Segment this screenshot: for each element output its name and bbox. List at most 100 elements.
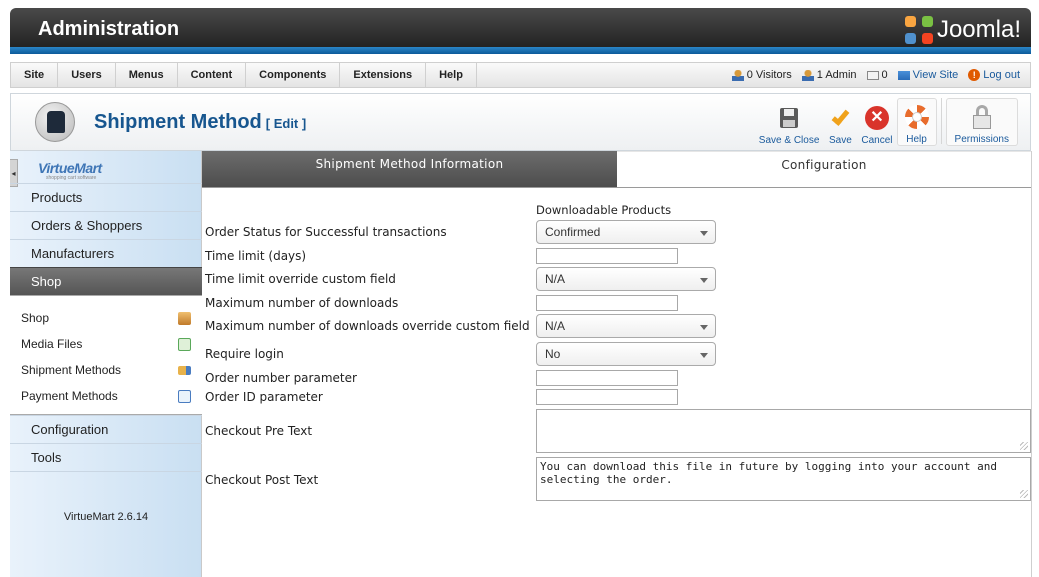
toolbar-divider: [940, 98, 942, 144]
submenu-item-shipment-methods[interactable]: Shipment Methods: [21, 360, 191, 380]
submenu-item-payment-methods-label: Payment Methods: [21, 389, 118, 403]
header-accent-bar: [10, 47, 1031, 54]
order-status-label: Order Status for Successful transactions: [205, 225, 447, 239]
permissions-label: Permissions: [954, 134, 1009, 145]
checkout-post-text-label: Checkout Post Text: [205, 473, 319, 487]
sidebar-item-tools[interactable]: Tools: [10, 443, 202, 471]
time-limit-override-select[interactable]: N/A: [536, 267, 716, 291]
content-right-border: [1031, 151, 1032, 577]
max-downloads-override-select[interactable]: N/A: [536, 314, 716, 338]
max-downloads-override-value: N/A: [545, 319, 566, 333]
chevron-down-icon: [700, 353, 708, 358]
order-number-param-label: Order number parameter: [205, 371, 357, 385]
visitors-status: 0 Visitors: [731, 69, 792, 81]
time-limit-label: Time limit (days): [205, 249, 307, 263]
page-title: Shipment Method[ Edit ]: [94, 111, 306, 134]
chevron-down-icon: [700, 278, 708, 283]
admin-user-icon: [801, 69, 814, 81]
sidebar: ◂ VirtueMart shopping cart software Prod…: [10, 151, 202, 577]
submenu-item-shipment-methods-label: Shipment Methods: [21, 363, 122, 377]
menu-components[interactable]: Components: [246, 63, 341, 87]
shipment-truck-icon: [178, 365, 191, 375]
submenu-item-payment-methods[interactable]: Payment Methods: [21, 386, 191, 406]
admin-title: Administration: [38, 18, 180, 40]
save-close-disk-icon: [776, 106, 802, 132]
resize-grip-icon[interactable]: [1020, 442, 1028, 450]
status-area: 0 Visitors 1 Admin 0 View Site ! Log out: [731, 63, 1030, 87]
save-check-icon: [827, 106, 853, 132]
menu-content[interactable]: Content: [178, 63, 247, 87]
joomla-logo-icon: [904, 16, 933, 44]
messages-status[interactable]: 0: [866, 69, 888, 81]
sidebar-item-orders-shoppers[interactable]: Orders & Shoppers: [10, 211, 202, 239]
tab-configuration[interactable]: Configuration: [617, 151, 1031, 187]
permissions-button[interactable]: Permissions: [945, 98, 1018, 146]
require-login-label: Require login: [205, 347, 284, 361]
save-label: Save: [828, 135, 852, 146]
menu-users[interactable]: Users: [58, 63, 116, 87]
cancel-button[interactable]: ✕ Cancel: [857, 98, 896, 146]
max-downloads-input[interactable]: [536, 295, 678, 311]
checkout-pre-text-textarea[interactable]: [536, 409, 1031, 453]
max-downloads-override-label: Maximum number of downloads override cus…: [205, 319, 530, 333]
help-lifebuoy-icon: [904, 105, 930, 131]
help-button[interactable]: Help: [896, 98, 937, 146]
visitors-count: 0 Visitors: [746, 69, 792, 81]
shop-submenu: Shop Media Files Shipment Methods Paymen…: [10, 295, 202, 415]
messages-count: 0: [881, 69, 888, 81]
chevron-down-icon: [700, 325, 708, 330]
messages-icon: [866, 70, 879, 80]
sidebar-item-configuration[interactable]: Configuration: [10, 415, 202, 443]
save-close-button[interactable]: Save & Close: [755, 98, 824, 146]
menu-menus[interactable]: Menus: [116, 63, 178, 87]
virtuemart-logo: VirtueMart shopping cart software: [38, 160, 102, 181]
logout-link[interactable]: ! Log out: [968, 69, 1020, 81]
virtuemart-logo-sub: shopping cart software: [46, 175, 97, 181]
joomla-brand[interactable]: Joomla!: [904, 16, 1021, 44]
order-id-param-input[interactable]: [536, 389, 678, 405]
menu-extensions[interactable]: Extensions: [340, 63, 427, 87]
time-limit-override-label: Time limit override custom field: [205, 272, 396, 286]
sidebar-item-manufacturers[interactable]: Manufacturers: [10, 239, 202, 267]
submenu-item-shop[interactable]: Shop: [21, 308, 191, 328]
toolbar: Shipment Method[ Edit ] Save & Close Sav…: [10, 93, 1031, 151]
menu-help[interactable]: Help: [426, 63, 477, 87]
admin-page: Administration Joomla! Site Users Menus …: [0, 0, 1039, 577]
checkout-post-text-textarea[interactable]: You can download this file in future by …: [536, 457, 1031, 501]
cancel-label: Cancel: [861, 135, 893, 146]
order-status-select[interactable]: Confirmed: [536, 220, 716, 244]
virtuemart-logo-text: VirtueMart: [38, 160, 102, 176]
admin-count: 1 Admin: [816, 69, 857, 81]
shop-icon: [178, 311, 191, 325]
shipment-page-icon: [35, 102, 75, 142]
view-site-link[interactable]: View Site: [897, 69, 959, 81]
submenu-item-shop-label: Shop: [21, 311, 50, 325]
view-site-label: View Site: [912, 69, 959, 81]
save-close-label: Save & Close: [758, 135, 820, 146]
order-status-value: Confirmed: [545, 225, 601, 239]
tab-shipment-method-information[interactable]: Shipment Method Information: [202, 151, 617, 187]
resize-grip-icon[interactable]: [1020, 490, 1028, 498]
submenu-item-media-files[interactable]: Media Files: [21, 334, 191, 354]
max-downloads-label: Maximum number of downloads: [205, 296, 399, 310]
logout-icon: !: [968, 69, 981, 81]
sidebar-item-products[interactable]: Products: [10, 183, 202, 211]
sidebar-divider: [10, 471, 202, 472]
permissions-lock-icon: [969, 105, 995, 131]
tabs-underline: [202, 187, 1031, 188]
menu-site[interactable]: Site: [11, 63, 59, 87]
require-login-select[interactable]: No: [536, 342, 716, 366]
save-button[interactable]: Save: [823, 98, 857, 146]
order-number-param-input[interactable]: [536, 370, 678, 386]
submenu-item-media-files-label: Media Files: [21, 337, 83, 351]
toolbar-buttons: Save & Close Save ✕ Cancel Help Permissi…: [755, 98, 1018, 146]
chevron-down-icon: [700, 231, 708, 236]
joomla-brand-text: Joomla!: [936, 16, 1021, 43]
sidebar-item-shop[interactable]: Shop: [10, 267, 202, 295]
time-limit-input[interactable]: [536, 248, 678, 264]
page-title-mode: [ Edit ]: [265, 116, 307, 131]
downloadable-products-heading: Downloadable Products: [536, 203, 672, 217]
main-menu-bar: Site Users Menus Content Components Exte…: [10, 62, 1031, 88]
payment-methods-icon: [178, 389, 191, 403]
help-label: Help: [906, 134, 927, 145]
